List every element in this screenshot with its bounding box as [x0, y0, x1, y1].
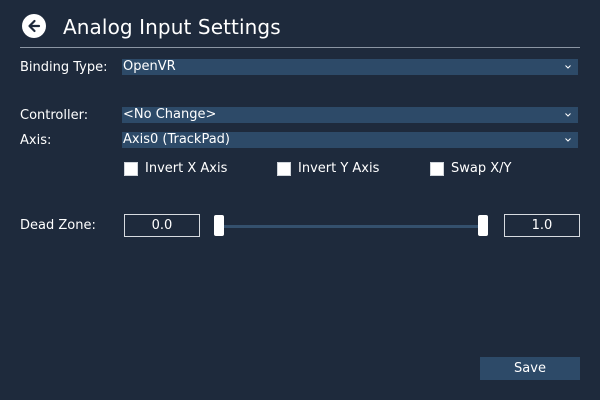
dead-zone-min-handle[interactable] — [214, 215, 224, 236]
chevron-down-icon — [565, 113, 571, 117]
invert-y-checkbox[interactable] — [277, 162, 291, 176]
swap-xy-label: Swap X/Y — [451, 161, 512, 176]
dead-zone-max-handle[interactable] — [478, 215, 488, 236]
invert-y-option[interactable]: Invert Y Axis — [277, 161, 379, 177]
controller-value: <No Change> — [123, 107, 217, 122]
axis-label: Axis: — [20, 133, 52, 148]
back-button[interactable] — [22, 14, 46, 38]
header: Analog Input Settings — [0, 0, 600, 48]
dead-zone-min-input[interactable]: 0.0 — [124, 214, 200, 237]
binding-type-value: OpenVR — [123, 59, 176, 74]
invert-x-label: Invert X Axis — [145, 161, 228, 176]
arrow-left-circle-icon — [28, 19, 41, 33]
swap-xy-checkbox[interactable] — [430, 162, 444, 176]
save-button[interactable]: Save — [480, 357, 580, 380]
chevron-down-icon — [565, 138, 571, 142]
dead-zone-label: Dead Zone: — [20, 218, 96, 233]
axis-value: Axis0 (TrackPad) — [123, 132, 231, 147]
dead-zone-max-input[interactable]: 1.0 — [504, 214, 580, 237]
binding-type-select[interactable]: OpenVR — [122, 59, 578, 75]
chevron-down-icon — [565, 65, 571, 69]
invert-x-option[interactable]: Invert X Axis — [124, 161, 227, 177]
controller-label: Controller: — [20, 108, 89, 123]
binding-type-label: Binding Type: — [20, 60, 108, 75]
axis-select[interactable]: Axis0 (TrackPad) — [122, 132, 578, 148]
page-title: Analog Input Settings — [63, 15, 281, 39]
invert-x-checkbox[interactable] — [124, 162, 138, 176]
invert-y-label: Invert Y Axis — [298, 161, 380, 176]
controller-select[interactable]: <No Change> — [122, 107, 578, 123]
dead-zone-slider-track[interactable] — [219, 225, 485, 228]
swap-xy-option[interactable]: Swap X/Y — [430, 161, 511, 177]
header-divider — [20, 47, 580, 48]
